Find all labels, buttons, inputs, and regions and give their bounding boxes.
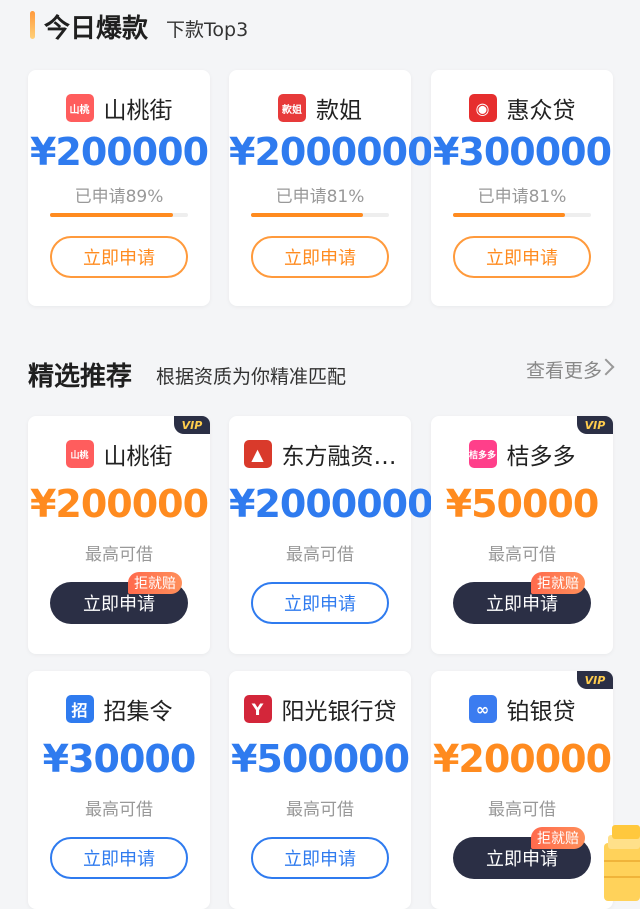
product-name-row: ∞ 铂银贷 [431, 691, 613, 727]
product-name-row: ▲ 东方融资… [229, 436, 411, 472]
max-borrow-label: 最高可借 [85, 545, 153, 565]
product-logo-icon: ∞ [468, 695, 497, 723]
max-loan-amount: ¥200000 [432, 737, 612, 781]
recommended-product-card[interactable]: 招招集令 ¥30000 最高可借立即申请 [28, 671, 210, 909]
max-loan-amount: ¥50000 [445, 482, 600, 526]
product-name: 桔多多 [506, 444, 576, 470]
max-borrow-label: 最高可借 [286, 545, 354, 565]
product-logo-icon: 桔多多 [468, 440, 497, 468]
max-borrow-label: 最高可借 [286, 800, 354, 820]
loan-amount: ¥200000 [29, 130, 209, 174]
recommended-product-card[interactable]: VIP 山桃 山桃街 ¥200000 最高可借 立即申请 拒就赔 [28, 416, 210, 654]
product-logo-icon: 山桃 [65, 440, 94, 468]
rec-section-title: 精选推荐 [28, 362, 133, 392]
refuse-compensate-badge: 拒就赔 [128, 572, 182, 594]
product-name-row: 招招集令 [28, 691, 210, 727]
apply-progress-fill [50, 213, 173, 217]
product-name: 山桃街 [103, 98, 173, 124]
apply-now-button[interactable]: 立即申请 [453, 236, 591, 278]
applied-percent: 已申请81% [275, 187, 365, 207]
product-logo-icon: ◉ [468, 94, 497, 122]
max-loan-amount: ¥2000000 [229, 482, 434, 526]
apply-progress-fill [251, 213, 363, 217]
recommended-product-card[interactable]: VIP 桔多多 桔多多 ¥50000 最高可借 立即申请 拒就赔 [431, 416, 613, 654]
max-borrow-label: 最高可借 [488, 800, 556, 820]
section-accent-bar [30, 11, 35, 39]
product-name-row: 山桃 山桃街 [28, 436, 210, 472]
apply-now-button[interactable]: 立即申请 [50, 236, 188, 278]
vip-badge: VIP [577, 671, 613, 689]
rec-section-subtitle: 根据资质为你精准匹配 [156, 366, 347, 388]
product-name-row: Y 阳光银行贷 [229, 691, 411, 727]
recommended-product-card[interactable]: Y 阳光银行贷 ¥500000 最高可借立即申请 [229, 671, 411, 909]
product-name: 东方融资… [281, 444, 397, 470]
recommended-product-card[interactable]: ▲ 东方融资… ¥2000000 最高可借立即申请 [229, 416, 434, 654]
top-product-card[interactable]: 款姐 款姐 ¥2000000 已申请81% 立即申请 [229, 70, 434, 306]
applied-percent: 已申请89% [74, 187, 164, 207]
apply-now-button[interactable]: 立即申请 [251, 236, 389, 278]
max-loan-amount: ¥200000 [29, 482, 209, 526]
apply-now-button[interactable]: 立即申请 [50, 837, 188, 879]
loan-amount: ¥2000000 [229, 130, 434, 174]
product-name: 招集令 [103, 699, 173, 725]
top-section-title: 今日爆款 [44, 14, 149, 44]
product-name-row: 款姐 款姐 [229, 90, 411, 126]
top-section-subtitle: 下款Top3 [166, 19, 249, 41]
product-name-row: ◉ 惠众贷 [431, 90, 613, 126]
top-product-card[interactable]: 山桃 山桃街 ¥200000 已申请89% 立即申请 [28, 70, 210, 306]
max-loan-amount: ¥500000 [230, 737, 410, 781]
product-name-row: 桔多多 桔多多 [431, 436, 613, 472]
product-name: 阳光银行贷 [281, 699, 397, 725]
apply-now-button[interactable]: 立即申请 [251, 582, 389, 624]
product-logo-icon: 招 [65, 695, 94, 723]
product-logo-icon: Y [243, 695, 272, 723]
apply-progress-fill [453, 213, 565, 217]
loan-amount: ¥300000 [432, 130, 612, 174]
apply-progress-bar [50, 213, 188, 217]
vip-badge: VIP [174, 416, 210, 434]
product-logo-icon: 山桃 [65, 94, 94, 122]
product-name: 铂银贷 [506, 699, 576, 725]
applied-percent: 已申请81% [477, 187, 567, 207]
see-more-link[interactable]: 查看更多 [526, 356, 602, 383]
max-borrow-label: 最高可借 [85, 800, 153, 820]
coin-stack-icon [604, 825, 640, 901]
apply-progress-bar [251, 213, 389, 217]
recommended-product-card[interactable]: VIP ∞ 铂银贷 ¥200000 最高可借 立即申请 拒就赔 [431, 671, 613, 909]
top-product-card[interactable]: ◉ 惠众贷 ¥300000 已申请81% 立即申请 [431, 70, 613, 306]
apply-progress-bar [453, 213, 591, 217]
refuse-compensate-badge: 拒就赔 [531, 572, 585, 594]
product-name: 款姐 [316, 98, 362, 124]
vip-badge: VIP [577, 416, 613, 434]
max-loan-amount: ¥30000 [42, 737, 197, 781]
product-name-row: 山桃 山桃街 [28, 90, 210, 126]
refuse-compensate-badge: 拒就赔 [531, 827, 585, 849]
product-name: 山桃街 [103, 444, 173, 470]
product-logo-icon: 款姐 [278, 94, 306, 122]
product-logo-icon: ▲ [243, 440, 272, 468]
product-name: 惠众贷 [506, 98, 576, 124]
max-borrow-label: 最高可借 [488, 545, 556, 565]
apply-now-button[interactable]: 立即申请 [251, 837, 389, 879]
